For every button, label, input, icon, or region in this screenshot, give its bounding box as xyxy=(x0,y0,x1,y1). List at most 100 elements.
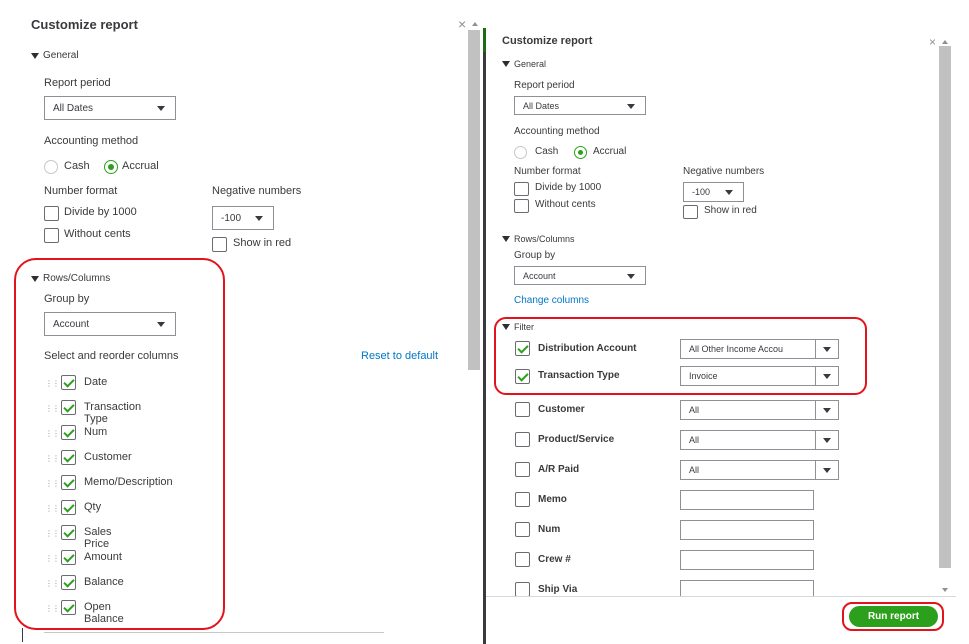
drag-grip-icon[interactable]: ⋮⋮ xyxy=(45,430,60,438)
left-group-by-select[interactable]: Account xyxy=(44,312,176,336)
left-group-by-label: Group by xyxy=(44,293,90,305)
right-filter-label: Filter xyxy=(514,322,534,332)
right-cash-radio[interactable] xyxy=(514,146,527,159)
filter-input[interactable] xyxy=(680,550,814,570)
right-cash-label: Cash xyxy=(535,146,559,157)
right-negative-select[interactable]: -100 xyxy=(683,182,744,202)
filter-checkbox[interactable] xyxy=(515,522,530,537)
column-label: Num xyxy=(84,426,108,438)
filter-checkbox[interactable] xyxy=(515,432,530,447)
left-report-period-select[interactable]: All Dates xyxy=(44,96,176,120)
right-accrual-radio[interactable] xyxy=(574,146,587,159)
filter-value: All xyxy=(689,435,700,445)
drag-grip-icon[interactable]: ⋮⋮ xyxy=(45,580,60,588)
left-accrual-radio[interactable] xyxy=(104,160,118,174)
left-close-icon[interactable]: × xyxy=(458,16,466,32)
right-scrollbar[interactable] xyxy=(939,46,951,568)
chevron-down-icon xyxy=(627,273,635,279)
right-negative-value: -100 xyxy=(692,187,711,197)
left-divide-checkbox[interactable] xyxy=(44,206,59,221)
column-label: Date xyxy=(84,376,108,388)
left-reset-default-link[interactable]: Reset to default xyxy=(361,350,438,362)
right-filter-section[interactable]: Filter xyxy=(502,322,534,332)
column-checkbox[interactable] xyxy=(61,450,76,465)
drag-grip-icon[interactable]: ⋮⋮ xyxy=(45,530,60,538)
column-checkbox[interactable] xyxy=(61,425,76,440)
left-show-in-red-checkbox[interactable] xyxy=(212,237,227,252)
column-checkbox[interactable] xyxy=(61,400,76,415)
right-divide-checkbox[interactable] xyxy=(514,182,529,196)
column-label: Qty xyxy=(84,501,102,513)
column-checkbox[interactable] xyxy=(61,575,76,590)
drag-grip-icon[interactable]: ⋮⋮ xyxy=(45,555,60,563)
filter-select[interactable]: All xyxy=(680,430,839,450)
column-checkbox[interactable] xyxy=(61,375,76,390)
filter-checkbox[interactable] xyxy=(515,402,530,417)
drag-grip-icon[interactable]: ⋮⋮ xyxy=(45,405,60,413)
left-negative-value: -100 xyxy=(221,212,242,224)
filter-label: Customer xyxy=(538,404,585,415)
column-checkbox[interactable] xyxy=(61,600,76,615)
left-without-cents-checkbox[interactable] xyxy=(44,228,59,243)
filter-checkbox[interactable] xyxy=(515,582,530,597)
filter-checkbox[interactable] xyxy=(515,341,530,356)
right-negative-numbers-label: Negative numbers xyxy=(683,166,765,177)
left-rows-columns-section[interactable]: Rows/Columns xyxy=(31,273,110,284)
right-close-icon[interactable]: × xyxy=(929,35,936,49)
filter-input[interactable] xyxy=(680,580,814,596)
right-show-in-red-checkbox[interactable] xyxy=(683,205,698,219)
filter-label: Num xyxy=(538,524,561,535)
left-number-format-label: Number format xyxy=(44,185,118,197)
left-general-label: General xyxy=(43,50,79,61)
column-checkbox[interactable] xyxy=(61,525,76,540)
filter-select[interactable]: All Other Income Accou xyxy=(680,339,839,359)
filter-checkbox[interactable] xyxy=(515,462,530,477)
drag-grip-icon[interactable]: ⋮⋮ xyxy=(45,455,60,463)
filter-select[interactable]: Invoice xyxy=(680,366,839,386)
right-change-columns-link[interactable]: Change columns xyxy=(514,295,589,306)
left-show-in-red-label: Show in red xyxy=(233,237,292,249)
filter-select[interactable]: All xyxy=(680,400,839,420)
right-without-cents-label: Without cents xyxy=(535,199,596,210)
drag-grip-icon[interactable]: ⋮⋮ xyxy=(45,605,60,613)
column-checkbox[interactable] xyxy=(61,475,76,490)
filter-input[interactable] xyxy=(680,490,814,510)
right-general-label: General xyxy=(514,59,547,69)
left-cash-radio[interactable] xyxy=(44,160,58,174)
left-negative-select[interactable]: -100 xyxy=(212,206,274,230)
left-general-section[interactable]: General xyxy=(31,50,79,61)
right-report-period-label: Report period xyxy=(514,80,575,91)
right-general-section[interactable]: General xyxy=(502,59,546,69)
left-cash-label: Cash xyxy=(64,160,90,172)
left-negative-numbers-label: Negative numbers xyxy=(212,185,302,197)
filter-checkbox[interactable] xyxy=(515,369,530,384)
right-scroll-down-icon[interactable] xyxy=(942,588,948,592)
drag-grip-icon[interactable]: ⋮⋮ xyxy=(45,380,60,388)
right-without-cents-checkbox[interactable] xyxy=(514,199,529,213)
run-report-button[interactable]: Run report xyxy=(849,606,938,627)
right-accrual-label: Accrual xyxy=(593,146,627,157)
left-report-period-label: Report period xyxy=(44,77,111,89)
right-divide-label: Divide by 1000 xyxy=(535,182,602,193)
select-divider xyxy=(815,461,816,479)
filter-value: All Other Income Accou xyxy=(689,344,784,354)
drag-grip-icon[interactable]: ⋮⋮ xyxy=(45,505,60,513)
column-label: Balance xyxy=(84,576,124,588)
filter-input[interactable] xyxy=(680,520,814,540)
expand-triangle-icon xyxy=(502,324,510,330)
left-scrollbar[interactable] xyxy=(468,30,480,370)
right-report-period-select[interactable]: All Dates xyxy=(514,96,646,115)
right-scroll-up-icon[interactable] xyxy=(942,40,948,44)
right-group-by-value: Account xyxy=(523,270,556,281)
right-rows-columns-section[interactable]: Rows/Columns xyxy=(502,234,575,244)
left-scroll-up-icon[interactable] xyxy=(472,22,478,26)
filter-value: All xyxy=(689,465,700,475)
filter-select[interactable]: All xyxy=(680,460,839,480)
filter-checkbox[interactable] xyxy=(515,552,530,567)
drag-grip-icon[interactable]: ⋮⋮ xyxy=(45,480,60,488)
left-group-by-value: Account xyxy=(53,318,90,330)
filter-checkbox[interactable] xyxy=(515,492,530,507)
right-group-by-select[interactable]: Account xyxy=(514,266,646,285)
column-checkbox[interactable] xyxy=(61,550,76,565)
column-checkbox[interactable] xyxy=(61,500,76,515)
